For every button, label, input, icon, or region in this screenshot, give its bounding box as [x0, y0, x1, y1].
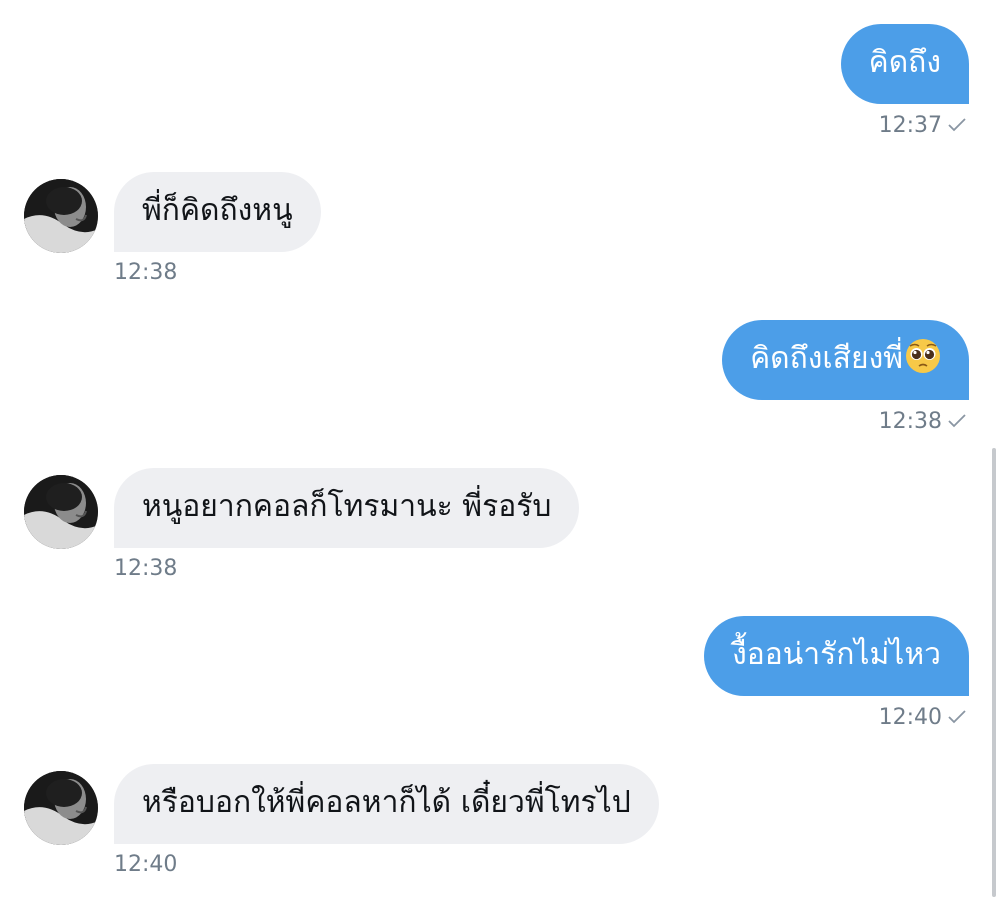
message-timestamp: 12:38 — [879, 407, 966, 437]
message-timestamp: 12:37 — [879, 111, 966, 141]
avatar[interactable] — [24, 771, 98, 845]
message-bubble-outgoing[interactable]: คิดถึงเสียงพี่ — [722, 320, 969, 400]
message-bubble-incoming[interactable]: พี่ก็คิดถึงหนู — [114, 172, 321, 252]
timestamp-text: 12:38 — [114, 260, 178, 285]
message-bubble-incoming[interactable]: หนูอยากคอลก็โทรมานะ พี่รอรับ — [114, 468, 580, 548]
avatar[interactable] — [24, 475, 98, 549]
message-timestamp: 12:38 — [114, 258, 177, 288]
sent-check-icon — [948, 407, 966, 437]
message-bubble-outgoing[interactable]: คิดถึง — [840, 24, 969, 104]
message-text: คิดถึง — [868, 45, 941, 80]
message-bubble-outgoing[interactable]: งื้ออน่ารักไม่ไหว — [704, 616, 969, 696]
message-timestamp: 12:38 — [114, 554, 177, 584]
timestamp-text: 12:38 — [878, 409, 942, 434]
message-text: คิดถึงเสียงพี่ — [750, 341, 903, 376]
message-timestamp: 12:40 — [879, 703, 966, 733]
timestamp-text: 12:40 — [114, 852, 178, 877]
sent-check-icon — [948, 703, 966, 733]
message-text: หรือบอกให้พี่คอลหาก็ได้ เดี๋ยวพี่โทรไป — [142, 785, 631, 820]
timestamp-text: 12:37 — [878, 113, 942, 138]
message-text: งื้ออน่ารักไม่ไหว — [732, 637, 941, 672]
scrollbar[interactable] — [992, 448, 996, 897]
sent-check-icon — [948, 111, 966, 141]
avatar[interactable] — [24, 179, 98, 253]
message-bubble-incoming[interactable]: หรือบอกให้พี่คอลหาก็ได้ เดี๋ยวพี่โทรไป — [114, 764, 659, 844]
timestamp-text: 12:40 — [878, 705, 942, 730]
message-text: พี่ก็คิดถึงหนู — [142, 193, 293, 228]
timestamp-text: 12:38 — [114, 556, 178, 581]
pleading-face-emoji-icon — [905, 326, 941, 373]
message-timestamp: 12:40 — [114, 850, 177, 880]
message-text: หนูอยากคอลก็โทรมานะ พี่รอรับ — [142, 489, 552, 524]
